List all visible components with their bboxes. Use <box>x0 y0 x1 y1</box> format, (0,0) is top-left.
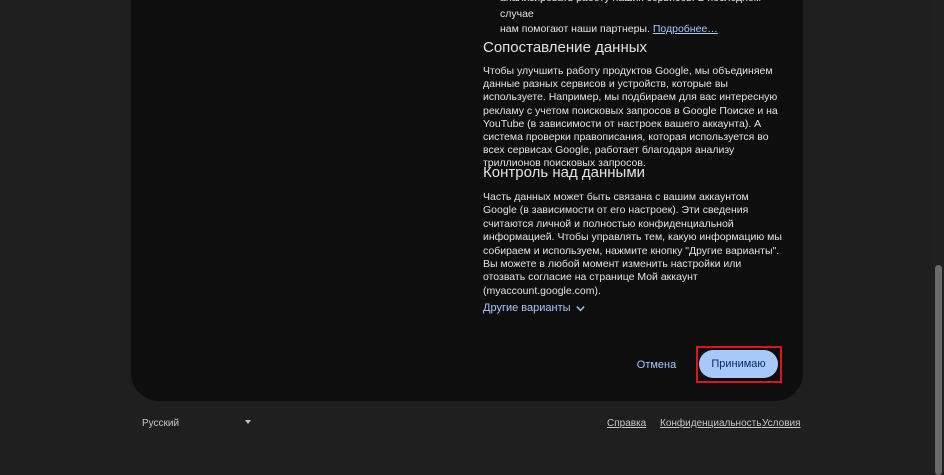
privacy-link[interactable]: Конфиденциальность <box>660 413 761 433</box>
more-info-link[interactable]: Подробнее… <box>653 23 718 35</box>
accept-button[interactable]: Принимаю <box>699 350 778 378</box>
scrollbar-thumb[interactable] <box>935 265 942 475</box>
section-title-data-control: Контроль над данными <box>483 164 646 181</box>
terms-link[interactable]: Условия <box>762 413 801 433</box>
section-text-data-matching: Чтобы улучшить работу продуктов Google, … <box>483 65 778 170</box>
cancel-button[interactable]: Отмена <box>629 352 684 378</box>
language-select[interactable]: Русский <box>142 413 179 433</box>
more-options-button[interactable]: Другие варианты <box>483 302 586 314</box>
language-label: Русский <box>142 417 180 429</box>
intro-bullet-list: анализировать работу наших сервисов. В п… <box>483 0 783 38</box>
section-title-data-matching: Сопоставление данных <box>483 39 648 56</box>
chevron-down-icon <box>575 305 585 311</box>
consent-dialog: анализировать работу наших сервисов. В п… <box>131 0 803 401</box>
footer: Русский Справка Конфиденциальность Услов… <box>0 413 944 433</box>
scrollbar[interactable] <box>933 0 944 475</box>
bullet-text: анализировать работу наших сервисов. В п… <box>500 0 761 20</box>
more-options-label: Другие варианты <box>483 302 571 314</box>
bullet-text-2: нам помогают наши партнеры. <box>500 23 650 35</box>
section-text-data-control: Часть данных может быть связана с вашим … <box>483 191 782 297</box>
dropdown-caret-icon <box>245 420 251 424</box>
help-link[interactable]: Справка <box>607 413 646 433</box>
list-item: анализировать работу наших сервисов. В п… <box>483 0 783 38</box>
